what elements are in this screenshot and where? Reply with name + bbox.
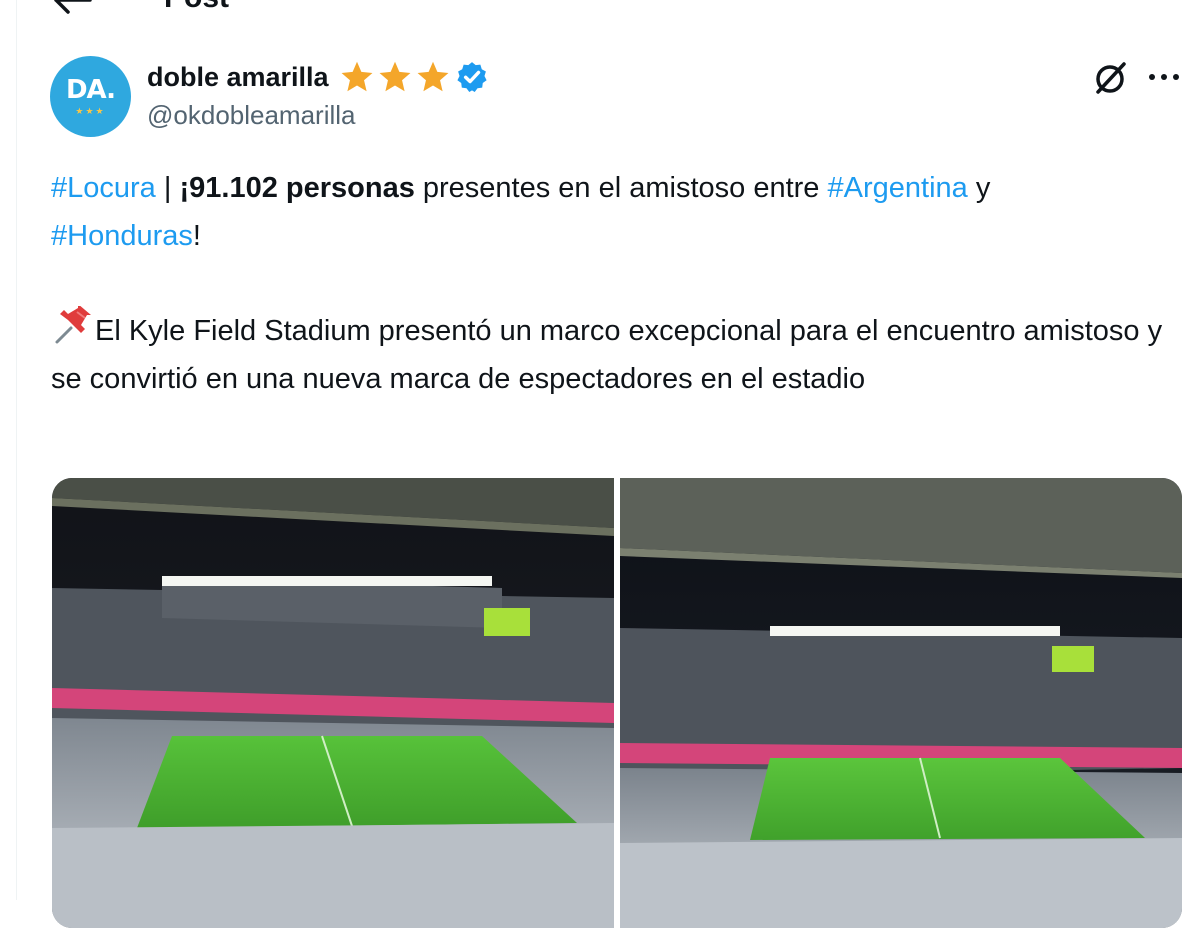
verified-badge-icon[interactable] — [455, 60, 489, 94]
star-icon — [379, 61, 411, 92]
post-text: presentes en el amistoso entre — [414, 172, 828, 204]
author-display-name[interactable]: doble amarilla — [147, 62, 329, 93]
post-text-paragraph-2: El Kyle Field Stadium presentó un marco … — [51, 306, 1181, 403]
separator-text: | — [155, 172, 180, 204]
author-name-row: doble amarilla — [147, 58, 489, 96]
more-icon[interactable] — [1146, 65, 1186, 89]
avatar-text: DA. — [65, 75, 116, 105]
post-text: y — [967, 172, 991, 204]
stadium-photo-1[interactable] — [52, 478, 614, 928]
post-text: El Kyle Field Stadium presentó un marco … — [51, 315, 1163, 395]
grok-icon[interactable] — [1090, 58, 1130, 98]
page-title: Post — [164, 0, 229, 18]
bold-text: ¡91.102 personas — [179, 172, 415, 204]
hashtag-link[interactable]: #Honduras — [51, 220, 193, 252]
page-border — [16, 0, 17, 900]
stars-group — [339, 59, 453, 95]
stadium-photo-2[interactable] — [620, 478, 1182, 928]
post-text: ! — [192, 220, 201, 252]
media-grid — [52, 478, 1182, 928]
avatar-stars: ★★★ — [75, 106, 106, 116]
star-icon — [341, 61, 373, 92]
hashtag-link[interactable]: #Locura — [51, 172, 156, 204]
post-text-line-1: #Locura | ¡91.102 personas presentes en … — [51, 164, 1181, 260]
pushpin-icon — [55, 306, 91, 344]
avatar[interactable]: DA. ★★★ — [50, 56, 131, 137]
hashtag-link[interactable]: #Argentina — [828, 172, 968, 204]
back-arrow-icon[interactable] — [52, 0, 92, 14]
top-bar: Post — [0, 0, 1200, 18]
author-handle[interactable]: @okdobleamarilla — [147, 100, 356, 131]
star-icon — [417, 61, 449, 92]
